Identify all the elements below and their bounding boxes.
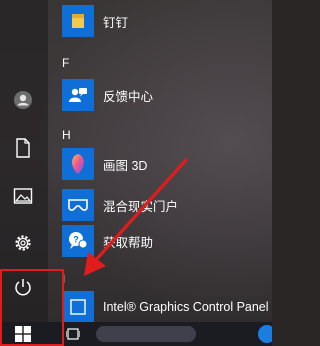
- start-menu-screen: 钉钉 F 反馈中心 H 画图 3D 混合现实门户 ? 获取帮助 I Intel®…: [0, 0, 272, 346]
- annotation-arrow-icon: [84, 158, 188, 276]
